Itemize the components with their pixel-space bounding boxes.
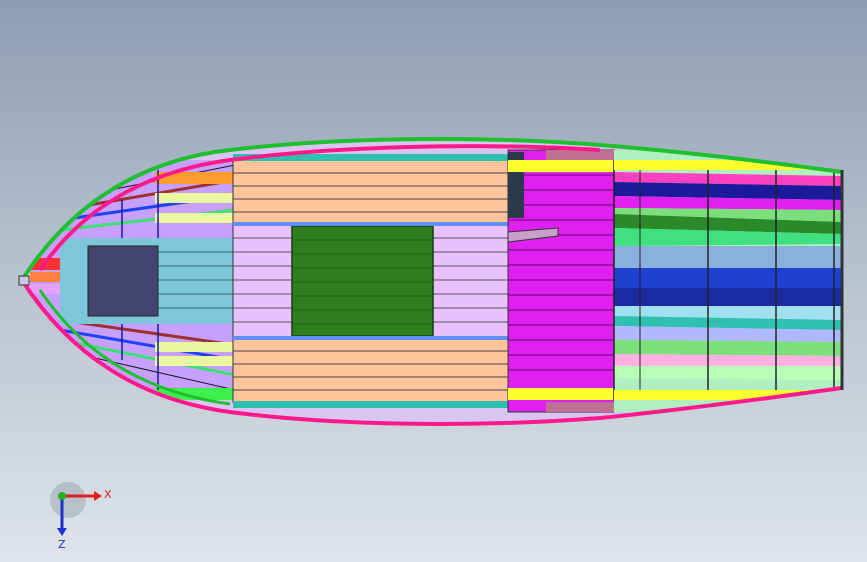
x-axis-label: X — [104, 488, 112, 501]
centre-hatch[interactable] — [291, 225, 434, 337]
y-axis-dot — [58, 492, 66, 500]
z-axis-label: Z — [58, 538, 66, 550]
x-arrow-head — [94, 491, 102, 501]
coordinate-triad: X Z — [50, 482, 112, 550]
bow-eye — [18, 275, 30, 286]
bow-block — [87, 245, 159, 317]
triad-origin-shading — [50, 482, 86, 518]
helm-area — [507, 149, 615, 413]
z-arrow-head — [57, 528, 67, 536]
forward-deck-top — [232, 159, 509, 225]
forward-deck-bottom — [232, 337, 509, 403]
helm-yellow-rail-top — [508, 160, 614, 172]
helm-yellow-rail-bottom — [508, 388, 614, 400]
stern-stripes — [613, 150, 842, 412]
deck-trim-bottom — [233, 401, 508, 408]
boat-hull-viewport[interactable] — [0, 0, 867, 562]
hull-body — [22, 138, 842, 424]
